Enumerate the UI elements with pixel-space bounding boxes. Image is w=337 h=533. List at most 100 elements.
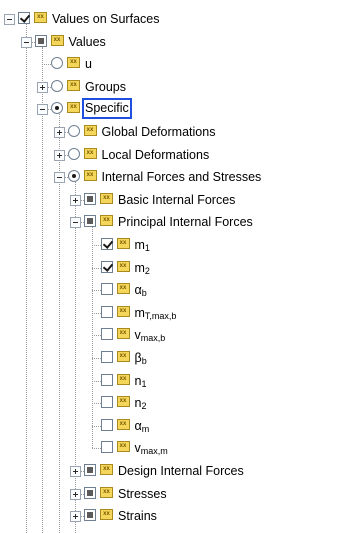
- tree-item-label[interactable]: αm: [133, 417, 152, 438]
- tree-item-label[interactable]: Global Deformations: [100, 123, 218, 141]
- tree-item[interactable]: Specific: [0, 98, 337, 120]
- tree-item-label[interactable]: αb: [133, 281, 149, 302]
- radio-button[interactable]: [67, 147, 80, 160]
- tree-item[interactable]: Basic Internal Forces: [0, 189, 337, 211]
- collapse-icon[interactable]: [53, 172, 65, 184]
- tree-item-text: m: [134, 260, 145, 275]
- result-type-icon: [100, 486, 113, 498]
- checkbox[interactable]: [100, 260, 113, 273]
- tree-item[interactable]: u: [0, 53, 337, 75]
- tree-item-label[interactable]: Values on Surfaces: [50, 10, 161, 28]
- checkbox[interactable]: [100, 351, 113, 363]
- tree-item-label[interactable]: Local Deformations: [100, 146, 212, 164]
- checkbox[interactable]: [84, 464, 96, 476]
- tree-item-label[interactable]: Internal Forces and Stresses: [100, 168, 264, 186]
- expand-icon[interactable]: [53, 127, 65, 138]
- tree-item[interactable]: Stresses: [0, 483, 337, 505]
- checkbox[interactable]: [84, 215, 96, 228]
- tree-item[interactable]: αb: [0, 279, 337, 301]
- checkbox[interactable]: [100, 441, 113, 454]
- tree-item-label[interactable]: βb: [133, 349, 149, 370]
- tree-item-label[interactable]: u: [83, 55, 94, 73]
- tree-item-label[interactable]: Design Internal Forces: [116, 462, 246, 480]
- radio-button[interactable]: [51, 57, 63, 70]
- tree-item-label[interactable]: Specific: [82, 98, 132, 120]
- expand-icon[interactable]: [70, 511, 81, 523]
- tree-item[interactable]: Internal Forces and Stresses: [0, 166, 337, 188]
- tree-item[interactable]: Local Deformations: [0, 144, 337, 166]
- expand-icon[interactable]: [70, 466, 81, 477]
- checkbox[interactable]: [100, 238, 113, 250]
- tree-item-label[interactable]: vmax,b: [133, 326, 168, 347]
- tree-item[interactable]: m2: [0, 257, 337, 279]
- expand-icon[interactable]: [53, 149, 65, 161]
- tree-item-label[interactable]: n1: [133, 372, 149, 393]
- checkbox[interactable]: [100, 373, 113, 386]
- checkbox[interactable]: [100, 396, 113, 409]
- collapse-icon[interactable]: [70, 217, 81, 229]
- expand-icon[interactable]: [37, 81, 48, 93]
- checkbox[interactable]: [84, 486, 96, 499]
- result-type-icon: [100, 215, 113, 227]
- tree-item-label[interactable]: Basic Internal Forces: [116, 191, 237, 209]
- collapse-icon[interactable]: [4, 14, 15, 25]
- tree-item-text: m: [134, 305, 145, 320]
- collapse-icon[interactable]: [20, 36, 32, 48]
- tree-item[interactable]: Values on Surfaces: [0, 8, 337, 30]
- tree-item[interactable]: Principal Internal Forces: [0, 211, 337, 233]
- tree-item-label[interactable]: m2: [133, 259, 152, 280]
- result-type-icon: [116, 328, 130, 340]
- tree-item-label[interactable]: Stresses: [116, 485, 169, 503]
- tree-item[interactable]: n1: [0, 370, 337, 392]
- tree-item[interactable]: βb: [0, 347, 337, 369]
- tree-item[interactable]: Global Deformations: [0, 121, 337, 143]
- tree-item[interactable]: mT,max,b: [0, 302, 337, 324]
- tree-item-subscript: 1: [144, 243, 150, 253]
- checkbox[interactable]: [100, 328, 113, 341]
- tree-item[interactable]: vmax,m: [0, 437, 337, 459]
- radio-button[interactable]: [51, 79, 63, 92]
- radio-button[interactable]: [51, 102, 63, 115]
- checkbox[interactable]: [18, 12, 30, 24]
- tree-item-label[interactable]: vmax,m: [133, 439, 170, 460]
- result-type-icon: [100, 509, 113, 521]
- tree-item-subscript: T,max,b: [144, 310, 177, 321]
- radio-button[interactable]: [67, 170, 80, 183]
- checkbox[interactable]: [34, 34, 47, 47]
- checkbox[interactable]: [84, 509, 96, 522]
- tree-item-subscript: m: [141, 423, 150, 434]
- tree-item[interactable]: Values: [0, 31, 337, 53]
- tree-item-subscript: b: [141, 288, 147, 299]
- tree-item-label[interactable]: n2: [133, 394, 149, 415]
- tree-item[interactable]: Design Internal Forces: [0, 460, 337, 482]
- tree-item-label[interactable]: Groups: [83, 78, 128, 96]
- expand-icon[interactable]: [70, 488, 81, 500]
- tree-item[interactable]: Groups: [0, 76, 337, 98]
- checkbox[interactable]: [100, 283, 113, 296]
- result-type-icon: [116, 238, 130, 249]
- checkbox[interactable]: [100, 305, 113, 318]
- result-type-icon: [116, 373, 130, 385]
- tree-item-label[interactable]: Principal Internal Forces: [116, 213, 255, 231]
- checkbox[interactable]: [100, 418, 113, 431]
- radio-button[interactable]: [67, 125, 80, 137]
- tree-item-text: Groups: [85, 79, 126, 94]
- tree-item-label[interactable]: mT,max,b: [133, 304, 179, 325]
- result-type-icon: [67, 79, 80, 91]
- result-type-icon: [83, 170, 97, 182]
- expand-icon[interactable]: [70, 194, 81, 206]
- result-type-icon: [83, 147, 97, 159]
- tree-item[interactable]: n2: [0, 392, 337, 414]
- tree-item[interactable]: m1: [0, 234, 337, 256]
- checkbox[interactable]: [84, 192, 96, 205]
- tree-item[interactable]: Strains: [0, 505, 337, 527]
- tree-item-subscript: b: [141, 356, 147, 366]
- tree-item-text: Global Deformations: [101, 125, 216, 139]
- tree-item-label[interactable]: Strains: [116, 507, 159, 525]
- tree-item[interactable]: vmax,b: [0, 324, 337, 346]
- tree-item-label[interactable]: m1: [133, 236, 152, 257]
- tree-item-label[interactable]: Values: [67, 33, 108, 51]
- tree-item[interactable]: αm: [0, 415, 337, 437]
- result-type-icon: [100, 464, 113, 475]
- collapse-icon[interactable]: [37, 104, 48, 116]
